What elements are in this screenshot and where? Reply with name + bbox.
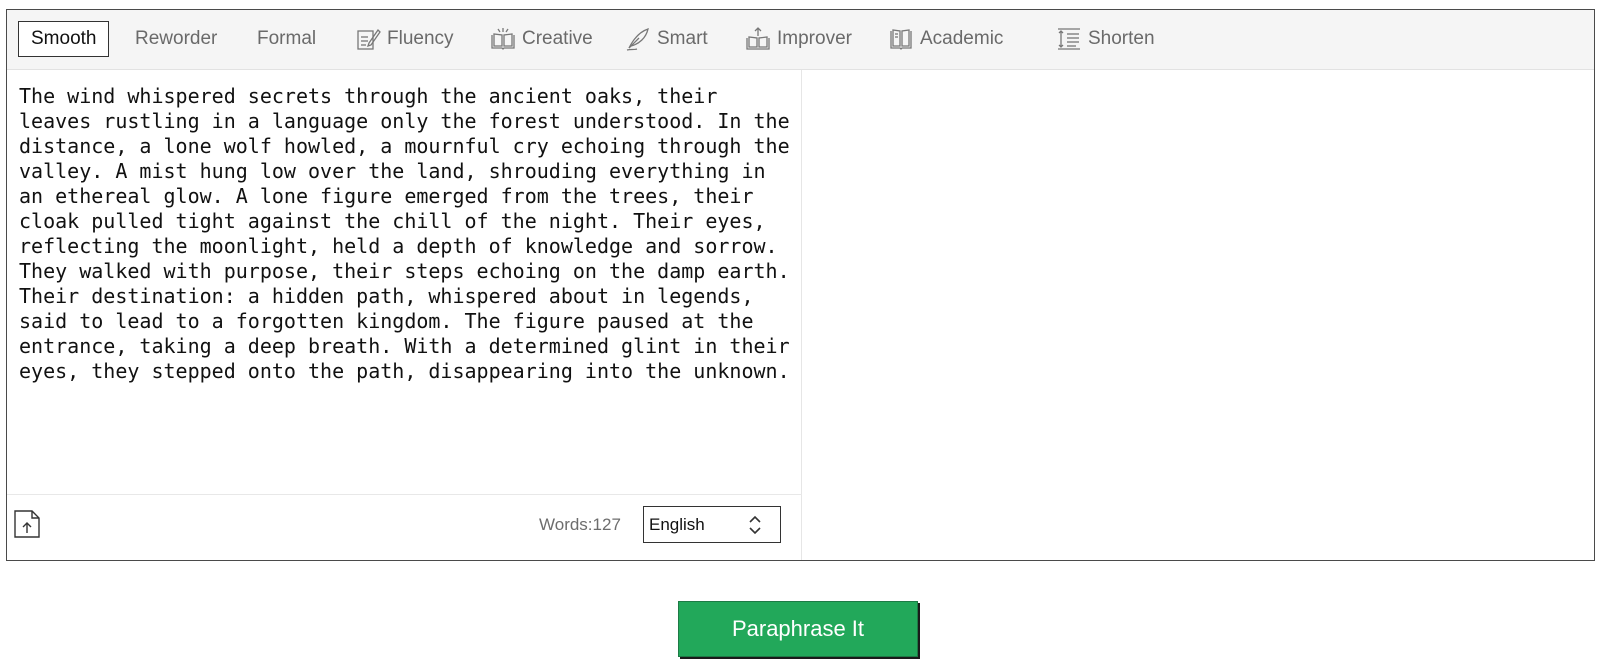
output-pane	[802, 70, 1594, 560]
file-upload-icon[interactable]	[13, 509, 41, 539]
line-height-icon	[1056, 26, 1082, 52]
book-upload-icon	[745, 26, 771, 52]
tab-smooth[interactable]: Smooth	[18, 21, 110, 57]
tab-label: Smooth	[31, 28, 97, 49]
input-footer: Words:127 English	[7, 494, 802, 560]
tab-label: Improver	[777, 28, 852, 49]
feather-pen-icon	[625, 26, 651, 52]
word-count: Words:127	[539, 515, 621, 534]
tab-label: Shorten	[1088, 28, 1155, 49]
tab-label: Reworder	[135, 28, 218, 49]
input-text-area[interactable]: The wind whispered secrets through the a…	[19, 84, 794, 384]
book-icon	[888, 26, 914, 52]
tab-label: Creative	[522, 28, 593, 49]
tab-label: Fluency	[387, 28, 454, 49]
tab-academic[interactable]: Academic	[888, 22, 1003, 56]
tab-creative[interactable]: Creative	[490, 22, 593, 56]
tab-fluency[interactable]: Fluency	[355, 22, 454, 56]
paraphrase-button[interactable]: Paraphrase It	[678, 601, 918, 657]
paraphraser-panel: Smooth Reworder Formal Fluency Creative …	[6, 9, 1595, 561]
tab-formal[interactable]: Formal	[257, 22, 316, 56]
tab-shorten[interactable]: Shorten	[1056, 22, 1155, 56]
tab-label: Formal	[257, 28, 317, 49]
language-select[interactable]: English	[643, 506, 781, 543]
language-value: English	[649, 514, 705, 534]
tab-smart[interactable]: Smart	[625, 22, 708, 56]
tab-label: Smart	[657, 28, 708, 49]
mode-toolbar: Smooth Reworder Formal Fluency Creative …	[7, 10, 1594, 70]
open-book-sparkle-icon	[490, 26, 516, 52]
chevron-up-down-icon	[748, 513, 762, 537]
pen-paper-icon	[355, 26, 381, 52]
paraphrase-button-label: Paraphrase It	[731, 616, 865, 641]
tab-label: Academic	[920, 28, 1004, 49]
tab-reworder[interactable]: Reworder	[135, 22, 217, 56]
tab-improver[interactable]: Improver	[745, 22, 852, 56]
input-pane: The wind whispered secrets through the a…	[7, 70, 802, 560]
